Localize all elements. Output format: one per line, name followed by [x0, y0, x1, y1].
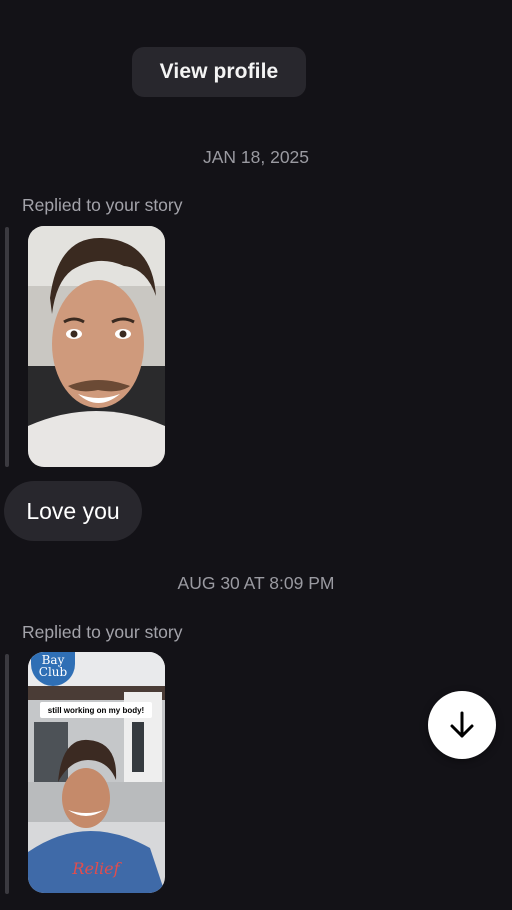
svg-text:Relief: Relief	[71, 859, 122, 878]
view-profile-label: View profile	[159, 60, 279, 83]
story-reply-bar	[5, 654, 9, 894]
view-profile-button[interactable]: View profile	[132, 47, 306, 97]
story-photo-selfie	[28, 226, 165, 467]
story-thumbnail[interactable]: Relief Bay Club still working on my body!	[28, 652, 165, 893]
story-caption-sticker: still working on my body!	[40, 702, 152, 718]
story-photo-building: Relief	[28, 652, 165, 893]
arrow-down-icon	[450, 711, 474, 738]
replied-to-story-label: Replied to your story	[22, 195, 183, 215]
story-reply-bar	[5, 227, 9, 467]
date-separator: AUG 30 AT 8:09 PM	[177, 573, 335, 593]
story-thumbnail[interactable]	[28, 226, 165, 467]
message-bubble[interactable]: Love you	[4, 481, 142, 541]
message-text: Love you	[26, 497, 120, 524]
replied-to-story-label: Replied to your story	[22, 622, 183, 642]
date-separator: JAN 18, 2025	[202, 147, 310, 167]
scroll-to-bottom-button[interactable]	[428, 691, 496, 759]
